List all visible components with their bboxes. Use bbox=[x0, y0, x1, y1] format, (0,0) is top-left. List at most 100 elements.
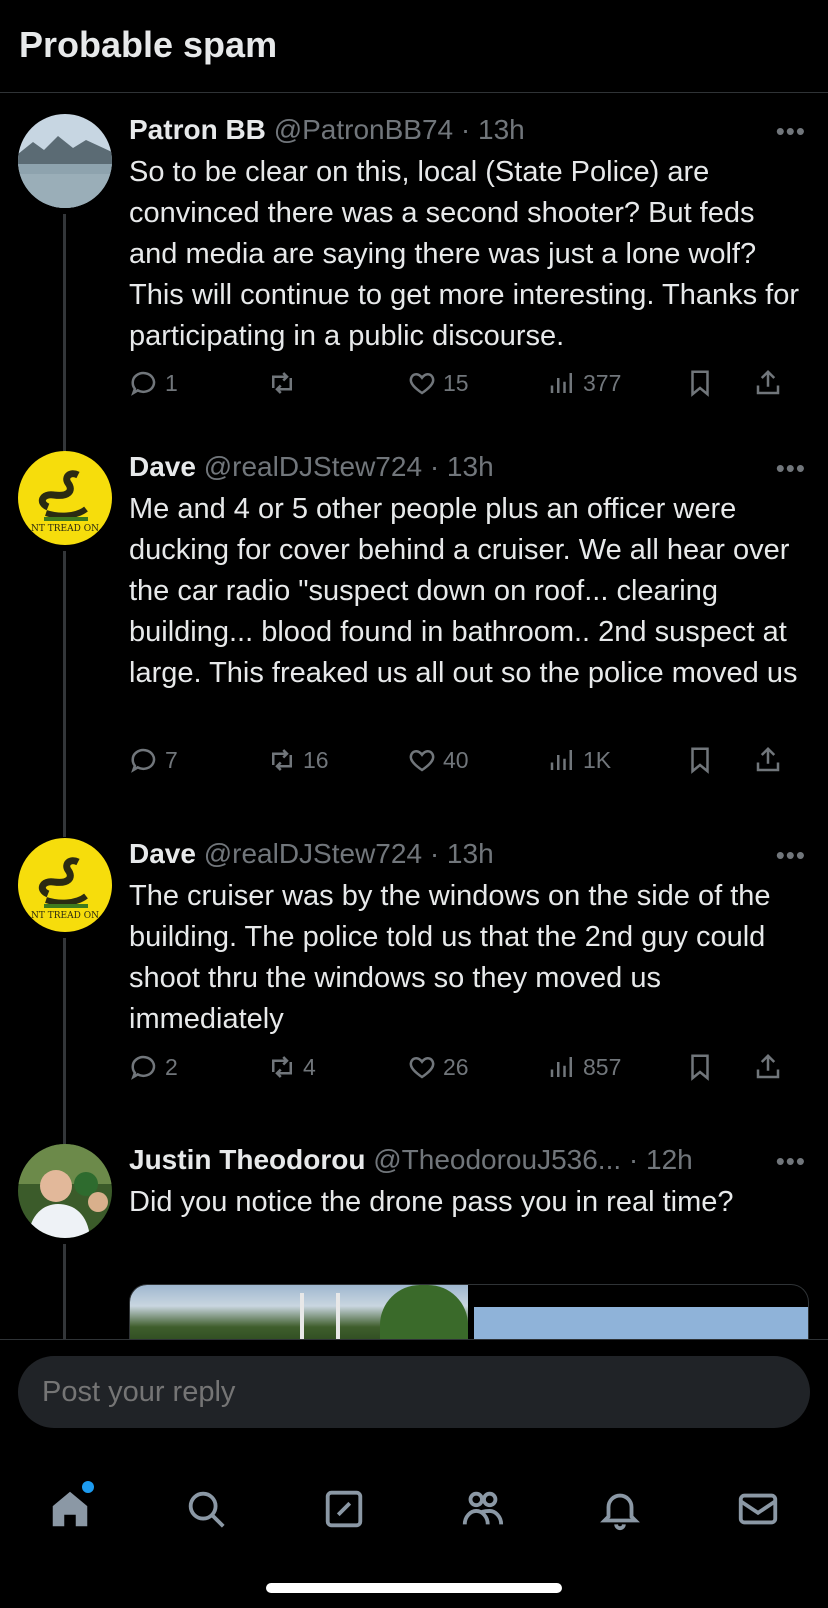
thread-line bbox=[63, 551, 66, 837]
reply-button[interactable]: 7 bbox=[129, 745, 178, 775]
post[interactable]: NT TREAD ON Dave @realDJStew724 · 13h ••… bbox=[0, 451, 828, 837]
post-time[interactable]: 13h bbox=[447, 451, 494, 482]
bell-icon bbox=[600, 1493, 640, 1531]
author-name[interactable]: Dave bbox=[129, 838, 196, 869]
repost-button[interactable] bbox=[267, 368, 303, 398]
reply-count: 7 bbox=[165, 746, 178, 773]
share-button[interactable] bbox=[753, 745, 783, 775]
views-button[interactable]: 857 bbox=[547, 1052, 621, 1082]
analytics-icon bbox=[550, 373, 572, 393]
share-button[interactable] bbox=[753, 368, 783, 398]
post-text: So to be clear on this, local (State Pol… bbox=[129, 156, 800, 352]
media-image-left[interactable] bbox=[130, 1285, 468, 1339]
heart-icon bbox=[409, 1056, 435, 1079]
post[interactable]: Patron BB @PatronBB74 · 13h ••• So to be… bbox=[0, 114, 828, 460]
reply-input[interactable] bbox=[18, 1356, 810, 1428]
compose-icon bbox=[325, 1490, 363, 1528]
page-header: Probable spam bbox=[0, 0, 828, 93]
post-author-row[interactable]: Patron BB @PatronBB74 · 13h bbox=[129, 114, 768, 150]
author-name[interactable]: Dave bbox=[129, 451, 196, 482]
separator-dot: · bbox=[429, 451, 440, 482]
bookmark-icon bbox=[691, 370, 709, 397]
avatar[interactable]: NT TREAD ON bbox=[18, 451, 112, 545]
post-author-row[interactable]: Dave @realDJStew724 · 13h bbox=[129, 451, 768, 487]
post-text: Did you notice the drone pass you in rea… bbox=[129, 1186, 734, 1218]
bookmark-button[interactable] bbox=[685, 745, 715, 775]
share-icon bbox=[756, 1053, 780, 1079]
more-options-icon[interactable]: ••• bbox=[776, 840, 806, 871]
repost-button[interactable]: 4 bbox=[267, 1052, 316, 1082]
author-handle[interactable]: @realDJStew724 bbox=[204, 451, 422, 482]
author-handle[interactable]: @TheodorouJ536... bbox=[373, 1144, 621, 1175]
more-options-icon[interactable]: ••• bbox=[776, 116, 806, 147]
thread[interactable]: Patron BB @PatronBB74 · 13h ••• So to be… bbox=[0, 94, 828, 1339]
avatar[interactable] bbox=[18, 1144, 112, 1238]
like-button[interactable]: 26 bbox=[407, 1052, 469, 1082]
post[interactable]: NT TREAD ON Dave @realDJStew724 · 13h ••… bbox=[0, 838, 828, 1144]
author-name[interactable]: Patron BB bbox=[129, 114, 266, 145]
tab-home[interactable] bbox=[40, 1479, 100, 1539]
bookmark-button[interactable] bbox=[685, 368, 715, 398]
separator-dot: · bbox=[628, 1144, 639, 1175]
search-icon bbox=[188, 1491, 225, 1528]
communities-icon bbox=[462, 1491, 504, 1525]
bookmark-icon bbox=[691, 747, 709, 774]
tab-compose[interactable] bbox=[314, 1479, 374, 1539]
avatar[interactable]: NT TREAD ON bbox=[18, 838, 112, 932]
post-time[interactable]: 13h bbox=[478, 114, 525, 145]
tab-messages[interactable] bbox=[728, 1479, 788, 1539]
tab-notifications[interactable] bbox=[590, 1479, 650, 1539]
reply-button[interactable]: 1 bbox=[129, 368, 178, 398]
avatar-flag-text: NT TREAD ON bbox=[31, 911, 99, 921]
more-options-icon[interactable]: ••• bbox=[776, 453, 806, 484]
share-button[interactable] bbox=[753, 1052, 783, 1082]
media-image-right[interactable] bbox=[474, 1307, 808, 1339]
reply-button[interactable]: 2 bbox=[129, 1052, 178, 1082]
tab-communities[interactable] bbox=[452, 1479, 512, 1539]
author-handle[interactable]: @PatronBB74 bbox=[274, 114, 453, 145]
separator-dot: · bbox=[429, 838, 440, 869]
view-count: 1K bbox=[583, 746, 612, 773]
thread-line bbox=[63, 938, 66, 1144]
home-indicator[interactable] bbox=[266, 1583, 562, 1593]
post[interactable]: Justin Theodorou @TheodorouJ536... · 12h… bbox=[0, 1144, 828, 1339]
bottom-tab-bar bbox=[0, 1449, 828, 1608]
post-media[interactable] bbox=[129, 1284, 809, 1339]
post-time[interactable]: 12h bbox=[646, 1144, 693, 1175]
post-author-row[interactable]: Justin Theodorou @TheodorouJ536... · 12h bbox=[129, 1144, 768, 1180]
post-text: The cruiser was by the windows on the si… bbox=[129, 880, 771, 1035]
bookmark-button[interactable] bbox=[685, 1052, 715, 1082]
like-button[interactable]: 15 bbox=[407, 368, 469, 398]
view-count: 377 bbox=[583, 369, 622, 396]
heart-icon bbox=[409, 749, 435, 772]
post-actions: 7 16 40 1K bbox=[129, 745, 809, 785]
post-actions: 1 15 377 bbox=[129, 368, 809, 408]
reply-count: 2 bbox=[165, 1053, 178, 1080]
tab-search[interactable] bbox=[176, 1479, 236, 1539]
avatar-flag-text: NT TREAD ON bbox=[31, 524, 99, 534]
profile-photo-avatar bbox=[18, 1144, 112, 1238]
like-count: 26 bbox=[443, 1053, 469, 1080]
thread-line bbox=[63, 214, 66, 460]
more-options-icon[interactable]: ••• bbox=[776, 1146, 806, 1177]
gadsden-flag-avatar: NT TREAD ON bbox=[18, 451, 112, 545]
post-time[interactable]: 13h bbox=[447, 838, 494, 869]
tree-shape bbox=[380, 1285, 468, 1339]
views-button[interactable]: 1K bbox=[547, 745, 611, 775]
like-button[interactable]: 40 bbox=[407, 745, 469, 775]
avatar[interactable] bbox=[18, 114, 112, 208]
like-count: 40 bbox=[443, 746, 469, 773]
separator-dot: · bbox=[460, 114, 471, 145]
post-author-row[interactable]: Dave @realDJStew724 · 13h bbox=[129, 838, 768, 874]
author-handle[interactable]: @realDJStew724 bbox=[204, 838, 422, 869]
gadsden-flag-avatar: NT TREAD ON bbox=[18, 838, 112, 932]
like-count: 15 bbox=[443, 369, 469, 396]
share-icon bbox=[756, 746, 780, 772]
views-button[interactable]: 377 bbox=[547, 368, 621, 398]
repost-button[interactable]: 16 bbox=[267, 745, 329, 775]
author-name[interactable]: Justin Theodorou bbox=[129, 1144, 365, 1175]
repost-icon bbox=[272, 749, 292, 771]
reply-count: 1 bbox=[165, 369, 178, 396]
post-actions: 2 4 26 857 bbox=[129, 1052, 809, 1092]
heart-icon bbox=[409, 372, 435, 395]
